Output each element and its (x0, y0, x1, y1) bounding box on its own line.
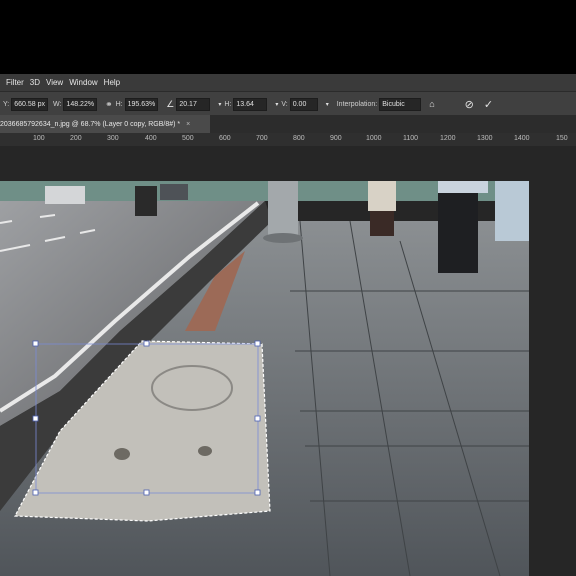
link-icon[interactable]: ⚭ (105, 99, 113, 110)
motorbike (135, 186, 157, 216)
pole-base (263, 233, 303, 243)
degree-dropdown-icon[interactable]: ▾ (218, 101, 221, 108)
ruler-label: 800 (293, 135, 305, 142)
document-tab-bar: 2036685792634_n.jpg @ 68.7% (Layer 0 cop… (0, 115, 576, 133)
ruler-label: 1000 (366, 135, 382, 142)
ruler-label: 600 (219, 135, 231, 142)
manhole-hole (114, 448, 130, 460)
menu-3d[interactable]: 3D (30, 78, 40, 87)
shop-sign (495, 181, 529, 241)
height-field[interactable]: 195.63% (124, 97, 159, 111)
x-position-field[interactable]: 660.58 px (11, 97, 48, 111)
angle-icon: ∠ (166, 98, 175, 109)
menu-view[interactable]: View (46, 78, 63, 87)
hskew-label: H: (224, 100, 232, 108)
photo-canvas[interactable] (0, 181, 576, 576)
ruler-label: 1300 (477, 135, 493, 142)
width-field[interactable]: 148.22% (63, 97, 98, 111)
vskew-field[interactable]: 0.00 (289, 97, 318, 111)
car (160, 184, 188, 200)
vskew-label: V: (281, 100, 288, 108)
warp-icon[interactable]: ⌂ (429, 99, 434, 109)
ruler-label: 300 (107, 135, 119, 142)
menu-filter[interactable]: Filter (6, 78, 24, 87)
h-label: H: (115, 100, 123, 108)
menu-window[interactable]: Window (69, 78, 97, 87)
x-label: Y: (3, 100, 10, 108)
hskew-field[interactable]: 13.64 (233, 97, 268, 111)
black-top-area (0, 0, 576, 74)
ruler-label: 100 (33, 135, 45, 142)
hskew-dropdown-icon[interactable]: ▾ (275, 101, 278, 108)
document-tab-title: 2036685792634_n.jpg @ 68.7% (Layer 0 cop… (0, 120, 181, 128)
ruler-label: 500 (182, 135, 194, 142)
w-label: W: (52, 100, 62, 108)
menu-bar: Filter 3D View Window Help (0, 74, 576, 91)
menu-help[interactable]: Help (104, 78, 120, 87)
ruler-label: 150 (556, 135, 568, 142)
manhole-hole (198, 446, 212, 456)
vskew-dropdown-icon[interactable]: ▾ (326, 101, 329, 108)
ruler-label: 400 (145, 135, 157, 142)
ruler-label: 1200 (440, 135, 456, 142)
interpolation-select[interactable]: Bicubic (379, 97, 422, 111)
ruler-label: 200 (70, 135, 82, 142)
ruler-label: 1400 (514, 135, 530, 142)
horizontal-ruler: 100 200 300 400 500 600 700 800 900 1000… (0, 133, 576, 147)
ruler-label: 1100 (403, 135, 419, 142)
options-bar: Y: 660.58 px W: 148.22% ⚭ H: 195.63% ∠ 2… (0, 91, 576, 116)
car (45, 186, 85, 204)
canvas-margin (529, 181, 576, 576)
cancel-icon[interactable]: ⊘ (465, 98, 474, 111)
commit-icon[interactable]: ✓ (484, 98, 493, 111)
close-tab-icon[interactable]: × (186, 121, 190, 128)
angle-field[interactable]: 20.17 (176, 97, 211, 111)
ruler-label: 700 (256, 135, 268, 142)
pole (268, 181, 298, 236)
ruler-label: 900 (330, 135, 342, 142)
interpolation-label: Interpolation: (336, 100, 378, 108)
document-tab[interactable]: 2036685792634_n.jpg @ 68.7% (Layer 0 cop… (0, 115, 210, 133)
